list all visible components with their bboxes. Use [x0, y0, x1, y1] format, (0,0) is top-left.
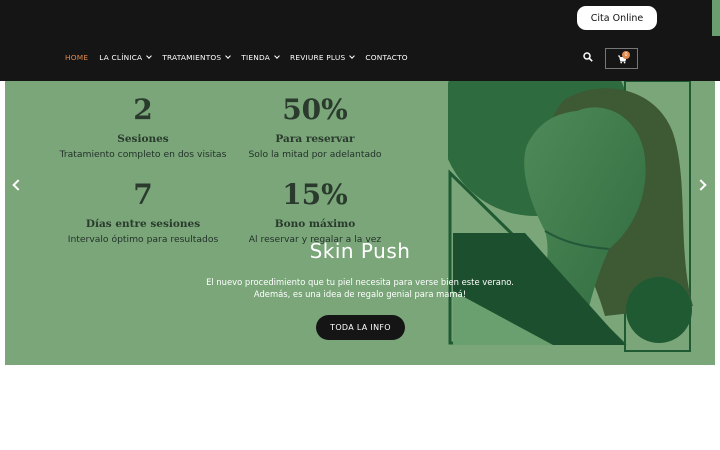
nav-item-reviure-plus[interactable]: REVIURE PLUS [290, 53, 356, 62]
nav-item-tratamientos[interactable]: TRATAMIENTOS [162, 53, 232, 62]
stat-subtext: Tratamiento completo en dos visitas [59, 149, 227, 160]
stat-reservar: 50% Para reservar Solo la mitad por adel… [225, 93, 405, 161]
nav-label: TIENDA [241, 53, 271, 62]
chevron-down-icon [274, 53, 280, 59]
slide-description: El nuevo procedimiento que tu piel neces… [206, 277, 514, 299]
stat-bono: 15% Bono máximo Al reservar y regalar a … [225, 178, 405, 246]
cart-button[interactable]: 0 [605, 48, 638, 69]
stat-number: 2 [133, 93, 153, 126]
stat-number: 7 [133, 178, 153, 211]
slide-title: Skin Push [309, 239, 411, 263]
main-nav: HOME LA CLÍNICA TRATAMIENTOS TIENDA REVI… [65, 53, 419, 62]
stat-dias: 7 Días entre sesiones Intervalo óptimo p… [53, 178, 233, 246]
stat-label: Días entre sesiones [85, 218, 201, 230]
stat-label: Sesiones [117, 133, 169, 145]
nav-item-la-clinica[interactable]: LA CLÍNICA [99, 53, 153, 62]
nav-label: REVIURE PLUS [290, 53, 346, 62]
search-icon[interactable] [583, 52, 593, 62]
stat-label: Para reservar [275, 133, 355, 145]
stat-sesiones: 2 Sesiones Tratamiento completo en dos v… [53, 93, 233, 161]
hero-slider: 2 Sesiones Tratamiento completo en dos v… [5, 81, 715, 365]
nav-item-tienda[interactable]: TIENDA [241, 53, 280, 62]
nav-item-home[interactable]: HOME [65, 53, 88, 62]
nav-label: TRATAMIENTOS [162, 53, 222, 62]
nav-label: HOME [65, 53, 89, 62]
cita-online-button[interactable]: Cita Online [577, 6, 657, 30]
stat-subtext: Solo la mitad por adelantado [248, 149, 382, 160]
stat-label: Bono máximo [274, 218, 356, 230]
header-accent-strip [712, 0, 720, 36]
nav-label: LA CLÍNICA [99, 53, 143, 62]
stat-number: 50% [282, 93, 348, 126]
chevron-down-icon [225, 53, 232, 59]
site-header: Cita Online HOME LA CLÍNICA TRATAMIENTOS… [0, 0, 720, 81]
toda-la-info-button[interactable]: TODA LA INFO [316, 315, 405, 340]
stat-number: 15% [282, 178, 348, 211]
cart-count-badge: 0 [622, 51, 630, 59]
nav-label: CONTACTO [365, 53, 408, 62]
nav-item-contacto[interactable]: CONTACTO [365, 53, 407, 62]
chevron-down-icon [146, 53, 153, 59]
chevron-down-icon [349, 53, 356, 59]
